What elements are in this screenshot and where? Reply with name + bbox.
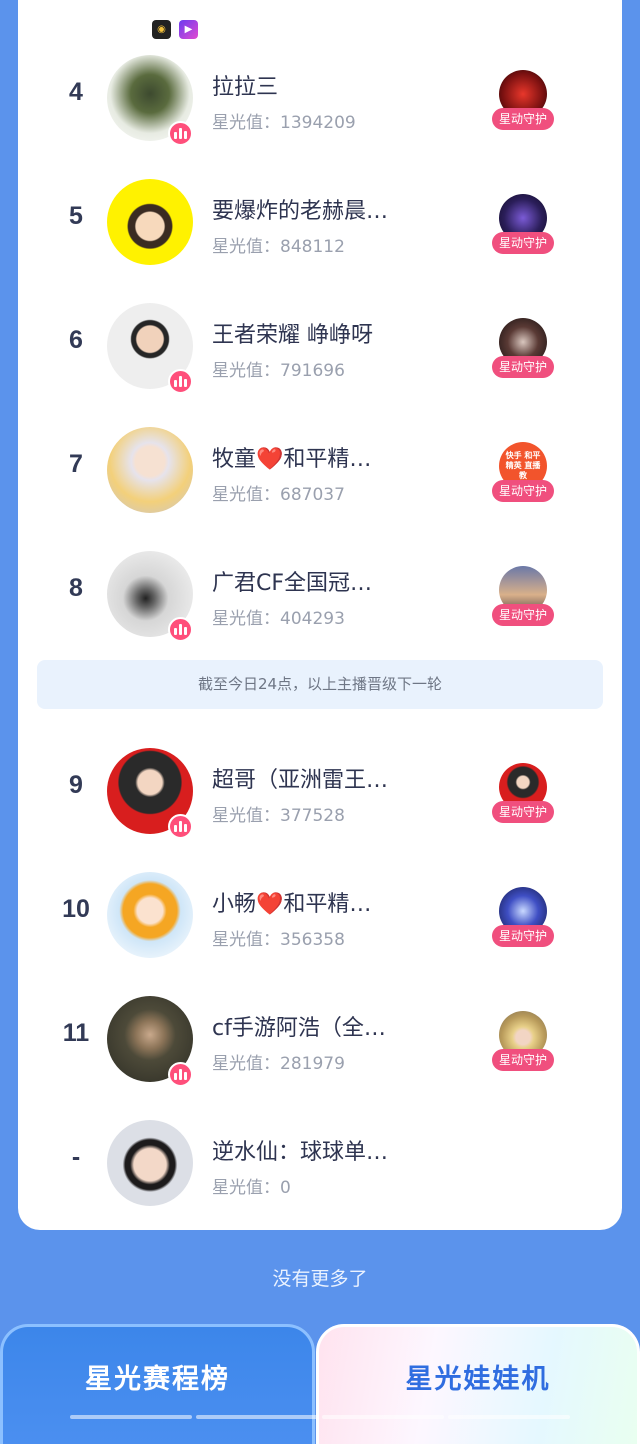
rank-number: 5 bbox=[69, 202, 83, 230]
starlight-score: 星光值：404293 bbox=[212, 609, 345, 629]
starlight-score: 星光值：687037 bbox=[212, 485, 345, 505]
streamer-name: 要爆炸的老赫晨… bbox=[212, 199, 389, 224]
live-icon bbox=[168, 617, 193, 642]
anime-white-hair-avatar[interactable] bbox=[107, 427, 193, 513]
live-icon bbox=[168, 1062, 193, 1087]
guard-label: 星动守护 bbox=[492, 356, 554, 378]
tab-starlight-claw-machine[interactable]: 星光娃娃机 bbox=[316, 1324, 640, 1444]
guard-label: 星动守护 bbox=[492, 604, 554, 626]
live-icon bbox=[168, 369, 193, 394]
guard-label: 星动守护 bbox=[492, 232, 554, 254]
streamer-name: 拉拉三 bbox=[212, 75, 279, 100]
guard-badge[interactable]: 快手 和平精英 直播教 星动守护 bbox=[492, 442, 554, 506]
guard-badge[interactable]: 星动守护 bbox=[492, 887, 554, 951]
tab-starlight-schedule[interactable]: 星光赛程榜 bbox=[0, 1324, 315, 1444]
guard-badge[interactable]: 星动守护 bbox=[492, 1011, 554, 1075]
guard-badge[interactable]: 星动守护 bbox=[492, 763, 554, 827]
guard-badge[interactable]: 星动守护 bbox=[492, 70, 554, 134]
streamer-name: 王者荣耀 峥峥呀 bbox=[212, 323, 373, 348]
list-item[interactable]: 10 小畅❤️和平精… 星光值：356358 星动守护 bbox=[0, 847, 640, 971]
list-item[interactable]: 5 要爆炸的老赫晨… 星光值：848112 星动守护 bbox=[0, 154, 640, 278]
streamer-name: 牧童❤️和平精… bbox=[212, 447, 372, 472]
list-item[interactable]: - 逆水仙：球球单… 星光值：0 bbox=[0, 1095, 640, 1219]
rank-number: 7 bbox=[69, 450, 83, 478]
no-more-text: 没有更多了 bbox=[272, 1268, 368, 1290]
live-icon bbox=[168, 121, 193, 146]
list-item[interactable]: 11 cf手游阿浩（全… 星光值：281979 星动守护 bbox=[0, 971, 640, 1095]
streamer-name: 广君CF全国冠… bbox=[212, 571, 373, 596]
starlight-score: 星光值：848112 bbox=[212, 237, 345, 257]
promotion-notice: 截至今日24点，以上主播晋级下一轮 bbox=[37, 660, 603, 709]
heart-icon: ❤️ bbox=[256, 447, 284, 472]
rank-number: 9 bbox=[69, 771, 83, 799]
streamer-name: 超哥（亚洲雷王… bbox=[212, 768, 389, 793]
rank-number: 11 bbox=[62, 1019, 90, 1047]
list-item[interactable]: 8 广君CF全国冠… 星光值：404293 星动守护 bbox=[0, 526, 640, 650]
heart-icon: ❤️ bbox=[256, 892, 284, 917]
rank-number: 6 bbox=[69, 326, 83, 354]
guard-badge[interactable]: 星动守护 bbox=[492, 566, 554, 630]
young-man-photo-avatar[interactable] bbox=[107, 1120, 193, 1206]
guard-label: 星动守护 bbox=[492, 108, 554, 130]
guard-label: 星动守护 bbox=[492, 1049, 554, 1071]
home-indicator bbox=[70, 1415, 570, 1419]
streamer-name: cf手游阿浩（全… bbox=[212, 1016, 386, 1041]
guard-label: 星动守护 bbox=[492, 801, 554, 823]
streamer-name: 小畅❤️和平精… bbox=[212, 892, 372, 917]
rank-number: - bbox=[71, 1143, 81, 1171]
list-item[interactable]: 9 超哥（亚洲雷王… 星光值：377528 星动守护 bbox=[0, 723, 640, 847]
starlight-score: 星光值：356358 bbox=[212, 930, 345, 950]
guard-badge[interactable]: 星动守护 bbox=[492, 194, 554, 258]
rank-number: 8 bbox=[69, 574, 83, 602]
list-item[interactable]: 7 牧童❤️和平精… 星光值：687037 快手 和平精英 直播教 星动守护 bbox=[0, 402, 640, 526]
starlight-score: 星光值：377528 bbox=[212, 806, 345, 826]
anime-orange-hair-avatar[interactable] bbox=[107, 872, 193, 958]
starlight-score: 星光值：1394209 bbox=[212, 113, 356, 133]
rank-number: 4 bbox=[69, 78, 83, 106]
cartoon-boy-yellow-avatar[interactable] bbox=[107, 179, 193, 265]
list-item[interactable]: 4 拉拉三 星光值：1394209 星动守护 bbox=[0, 30, 640, 154]
live-icon bbox=[168, 814, 193, 839]
starlight-score: 星光值：281979 bbox=[212, 1054, 345, 1074]
starlight-score: 星光值：0 bbox=[212, 1178, 291, 1198]
guard-label: 星动守护 bbox=[492, 925, 554, 947]
rank-number: 10 bbox=[62, 895, 90, 923]
guard-label: 星动守护 bbox=[492, 480, 554, 502]
list-item[interactable]: 6 王者荣耀 峥峥呀 星光值：791696 星动守护 bbox=[0, 278, 640, 402]
starlight-score: 星光值：791696 bbox=[212, 361, 345, 381]
guard-badge[interactable]: 星动守护 bbox=[492, 318, 554, 382]
streamer-name: 逆水仙：球球单… bbox=[212, 1140, 389, 1165]
